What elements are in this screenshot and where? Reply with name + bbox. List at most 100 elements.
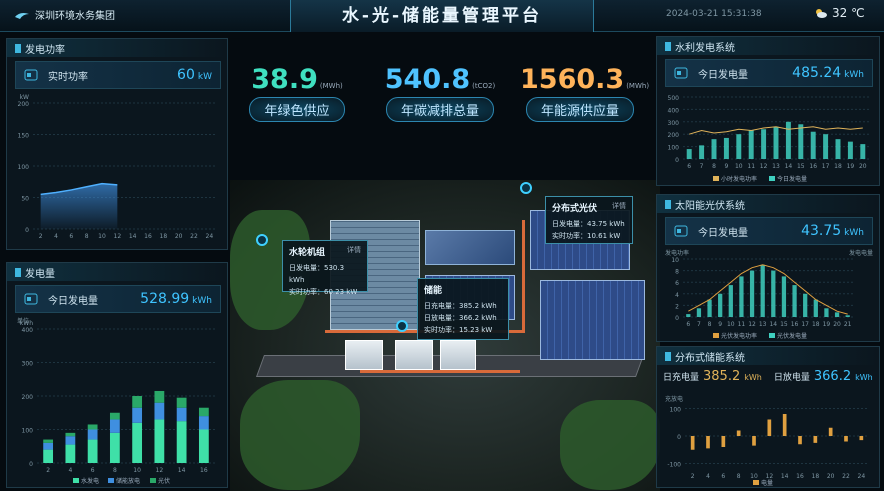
y-tick-label: 200	[18, 101, 30, 108]
solar-location-marker[interactable]	[520, 182, 532, 194]
x-tick-label: 10	[750, 473, 758, 480]
x-tick-label: 14	[178, 467, 186, 474]
x-tick-label: 8	[708, 321, 712, 328]
kpi-energy-supply: 1560.3 (MWh) 年能源供应量	[520, 64, 649, 122]
kpi-value: 38.9	[251, 64, 318, 95]
x-tick-label: 2	[39, 233, 43, 240]
container-unit	[440, 340, 476, 370]
bar	[761, 129, 767, 159]
popup-storage[interactable]: 储能 日充电量：385.2 kWh 日放电量：366.2 kWh 实时功率：15…	[417, 278, 509, 340]
panel-solar: 太阳能光伏系统 今日发电量 43.75 kWh 发电功率 发电电量 0 2 4 6 8 10 6 7…	[656, 194, 880, 342]
hydro-location-marker[interactable]	[256, 234, 268, 246]
kpi-label: 年能源供应量	[525, 97, 634, 122]
x-tick-label: 20	[175, 233, 183, 240]
x-tick-label: 7	[700, 163, 704, 170]
x-tick-label: 20	[833, 321, 841, 328]
x-tick-label: 17	[822, 163, 830, 170]
x-tick-label: 12	[156, 467, 164, 474]
pipe	[522, 220, 525, 332]
bar	[748, 130, 754, 159]
panel-power: 发电功率 实时功率 60 kW 0 50 100 150 200 2 4 6 8 10 12 14 16 1…	[6, 38, 228, 250]
kpi-unit: (MWh)	[626, 82, 650, 90]
stat-value: 60	[177, 67, 195, 83]
x-tick-label: 7	[697, 321, 701, 328]
popup-hydro-unit[interactable]: 水轮机组 详情 日发电量：530.3 kWh 实时功率：60.23 kW	[282, 240, 368, 296]
bar-segment	[87, 439, 98, 463]
bar	[835, 139, 841, 159]
storage-location-marker[interactable]	[396, 320, 408, 332]
x-tick-label: 6	[69, 233, 73, 240]
generation-stacked-bar-chart: 单位01002003004002 4 6 8 10 12 14 16kWh水发电 储能放电 光伏	[17, 317, 215, 485]
bar-segment	[87, 429, 98, 440]
x-tick-label: 22	[842, 473, 850, 480]
y-tick-label: 10	[671, 257, 679, 264]
y-tick-label: -100	[667, 462, 681, 469]
legend-swatch	[73, 478, 79, 483]
building-roof	[425, 230, 515, 265]
x-tick-label: 2	[46, 467, 50, 474]
popup-row-label: 日放电量：	[424, 314, 459, 322]
stat-realtime-power: 实时功率 60 kW	[15, 61, 221, 89]
kpi-value: 1560.3	[520, 64, 625, 95]
popup-title: 水轮机组	[289, 248, 326, 258]
bar	[860, 144, 866, 159]
hydro-bar-chart: 0 100 200 300 400 500 6 7 8 9 10 11 12 13 14 15 16 17 18 19…	[668, 95, 869, 183]
grass-area	[240, 380, 360, 490]
x-tick-label: 16	[809, 163, 817, 170]
y-tick-label: 0	[29, 461, 33, 468]
stat-today-generation: 今日发电量 528.99 kWh	[15, 285, 221, 313]
x-tick-label: 10	[727, 321, 735, 328]
x-tick-label: 6	[687, 163, 691, 170]
y-tick-label: 0	[25, 227, 29, 234]
stat-hydro-today: 今日发电量 485.24 kWh	[665, 59, 873, 87]
discharge-value: 366.2	[813, 369, 852, 384]
popup-row-label: 实时功率：	[424, 326, 459, 334]
popup-solar[interactable]: 分布式光伏 详情 日发电量：43.75 kWh 实时功率：10.61 kW	[545, 196, 633, 244]
temperature: 32 ℃	[832, 6, 865, 20]
popup-detail-link[interactable]: 详情	[347, 245, 361, 258]
popup-title: 分布式光伏	[552, 204, 598, 214]
legend-swatch	[769, 176, 775, 181]
legend-swatch	[753, 480, 759, 485]
popup-title: 储能	[424, 286, 443, 296]
panel-storage: 分布式储能系统 日充电量 385.2 kWh 日放电量 366.2 kWh 充放…	[656, 346, 880, 488]
y-tick-label: 500	[668, 95, 680, 102]
y-tick-label: 0	[677, 434, 681, 441]
y-tick-label: 4	[675, 292, 679, 299]
solar-array	[540, 280, 645, 360]
x-tick-label: 2	[691, 473, 695, 480]
y-tick-label: 100	[670, 407, 682, 414]
legend-label: 光伏发电量	[777, 332, 807, 340]
bar	[781, 276, 787, 317]
kpi-green-supply: 38.9 (MWh) 年绿色供应	[238, 64, 356, 122]
bar	[782, 414, 787, 436]
y-tick-label: 0	[675, 157, 679, 164]
panel-title: 水利发电系统	[657, 37, 879, 55]
bar	[749, 270, 755, 317]
bar	[773, 126, 779, 159]
y-tick-label: 8	[675, 269, 679, 276]
legend-swatch	[150, 478, 156, 483]
legend-label: 今日发电量	[777, 175, 807, 183]
y-tick-label: 6	[675, 280, 679, 287]
x-tick-label: 20	[859, 163, 867, 170]
bar	[707, 299, 712, 317]
x-tick-label: 8	[85, 233, 89, 240]
bar	[718, 293, 723, 317]
container-unit	[345, 340, 383, 370]
x-tick-label: 16	[791, 321, 799, 328]
legend-label: 光伏发电功率	[721, 332, 757, 340]
x-tick-label: 10	[133, 467, 141, 474]
y-tick-label: 100	[18, 164, 30, 171]
bar	[723, 137, 729, 159]
pipe	[360, 370, 520, 373]
x-tick-label: 12	[766, 473, 774, 480]
x-tick-label: 8	[737, 473, 741, 480]
popup-row-label: 日发电量：	[552, 220, 587, 228]
stat-unit: kWh	[192, 296, 212, 306]
popup-detail-link[interactable]: 详情	[612, 201, 626, 214]
bar-segment	[43, 449, 54, 463]
x-tick-label: 20	[827, 473, 835, 480]
bar	[736, 430, 741, 436]
bar-segment	[109, 412, 120, 420]
